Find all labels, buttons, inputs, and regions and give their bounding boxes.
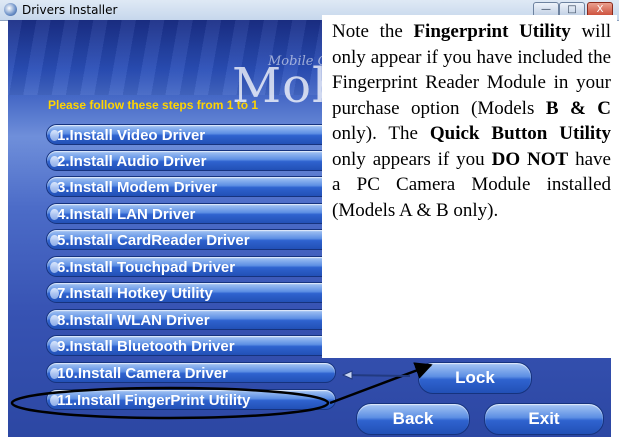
instruction-text: Please follow these steps from 1 to 1 — [48, 98, 259, 112]
note-quick-button-utility: Quick Button Utility — [429, 123, 611, 144]
note-fingerprint-utility: Fingerprint Utility — [413, 21, 571, 42]
install-video-driver-button[interactable]: 1.Install Video Driver — [46, 124, 336, 145]
note-text-3: only). The — [332, 123, 430, 144]
note-do-not: DO NOT — [491, 148, 569, 170]
install-wlan-driver-button[interactable]: 8.Install WLAN Driver — [46, 309, 336, 330]
install-bluetooth-driver-button[interactable]: 9.Install Bluetooth Driver — [46, 335, 336, 356]
install-lan-driver-button[interactable]: 4.Install LAN Driver — [46, 203, 336, 224]
app-disc-icon — [4, 3, 17, 16]
install-touchpad-driver-button[interactable]: 6.Install Touchpad Driver — [46, 256, 336, 277]
window-title: Drivers Installer — [22, 3, 118, 17]
note-models-b-c: B & C — [545, 97, 611, 119]
note-text-4: only appears if you — [332, 148, 492, 170]
install-cardreader-driver-button[interactable]: 5.Install CardReader Driver — [46, 229, 336, 250]
install-camera-driver-button[interactable]: 10.Install Camera Driver — [46, 362, 336, 383]
install-fingerprint-utility-button[interactable]: 11.Install FingerPrint Utility — [46, 389, 336, 410]
install-audio-driver-button[interactable]: 2.Install Audio Driver — [46, 150, 336, 171]
back-button[interactable]: Back — [356, 403, 470, 435]
install-hotkey-utility-button[interactable]: 7.Install Hotkey Utility — [46, 282, 336, 303]
lock-button[interactable]: Lock — [418, 362, 532, 394]
fingerprint-note-callout: Note the Fingerprint Utility will only a… — [322, 15, 617, 358]
drivers-installer-window: Drivers Installer — □ X Mobile Computing… — [0, 0, 619, 445]
note-text-1: Note the — [332, 21, 414, 42]
exit-button[interactable]: Exit — [484, 403, 604, 435]
install-modem-driver-button[interactable]: 3.Install Modem Driver — [46, 176, 336, 197]
